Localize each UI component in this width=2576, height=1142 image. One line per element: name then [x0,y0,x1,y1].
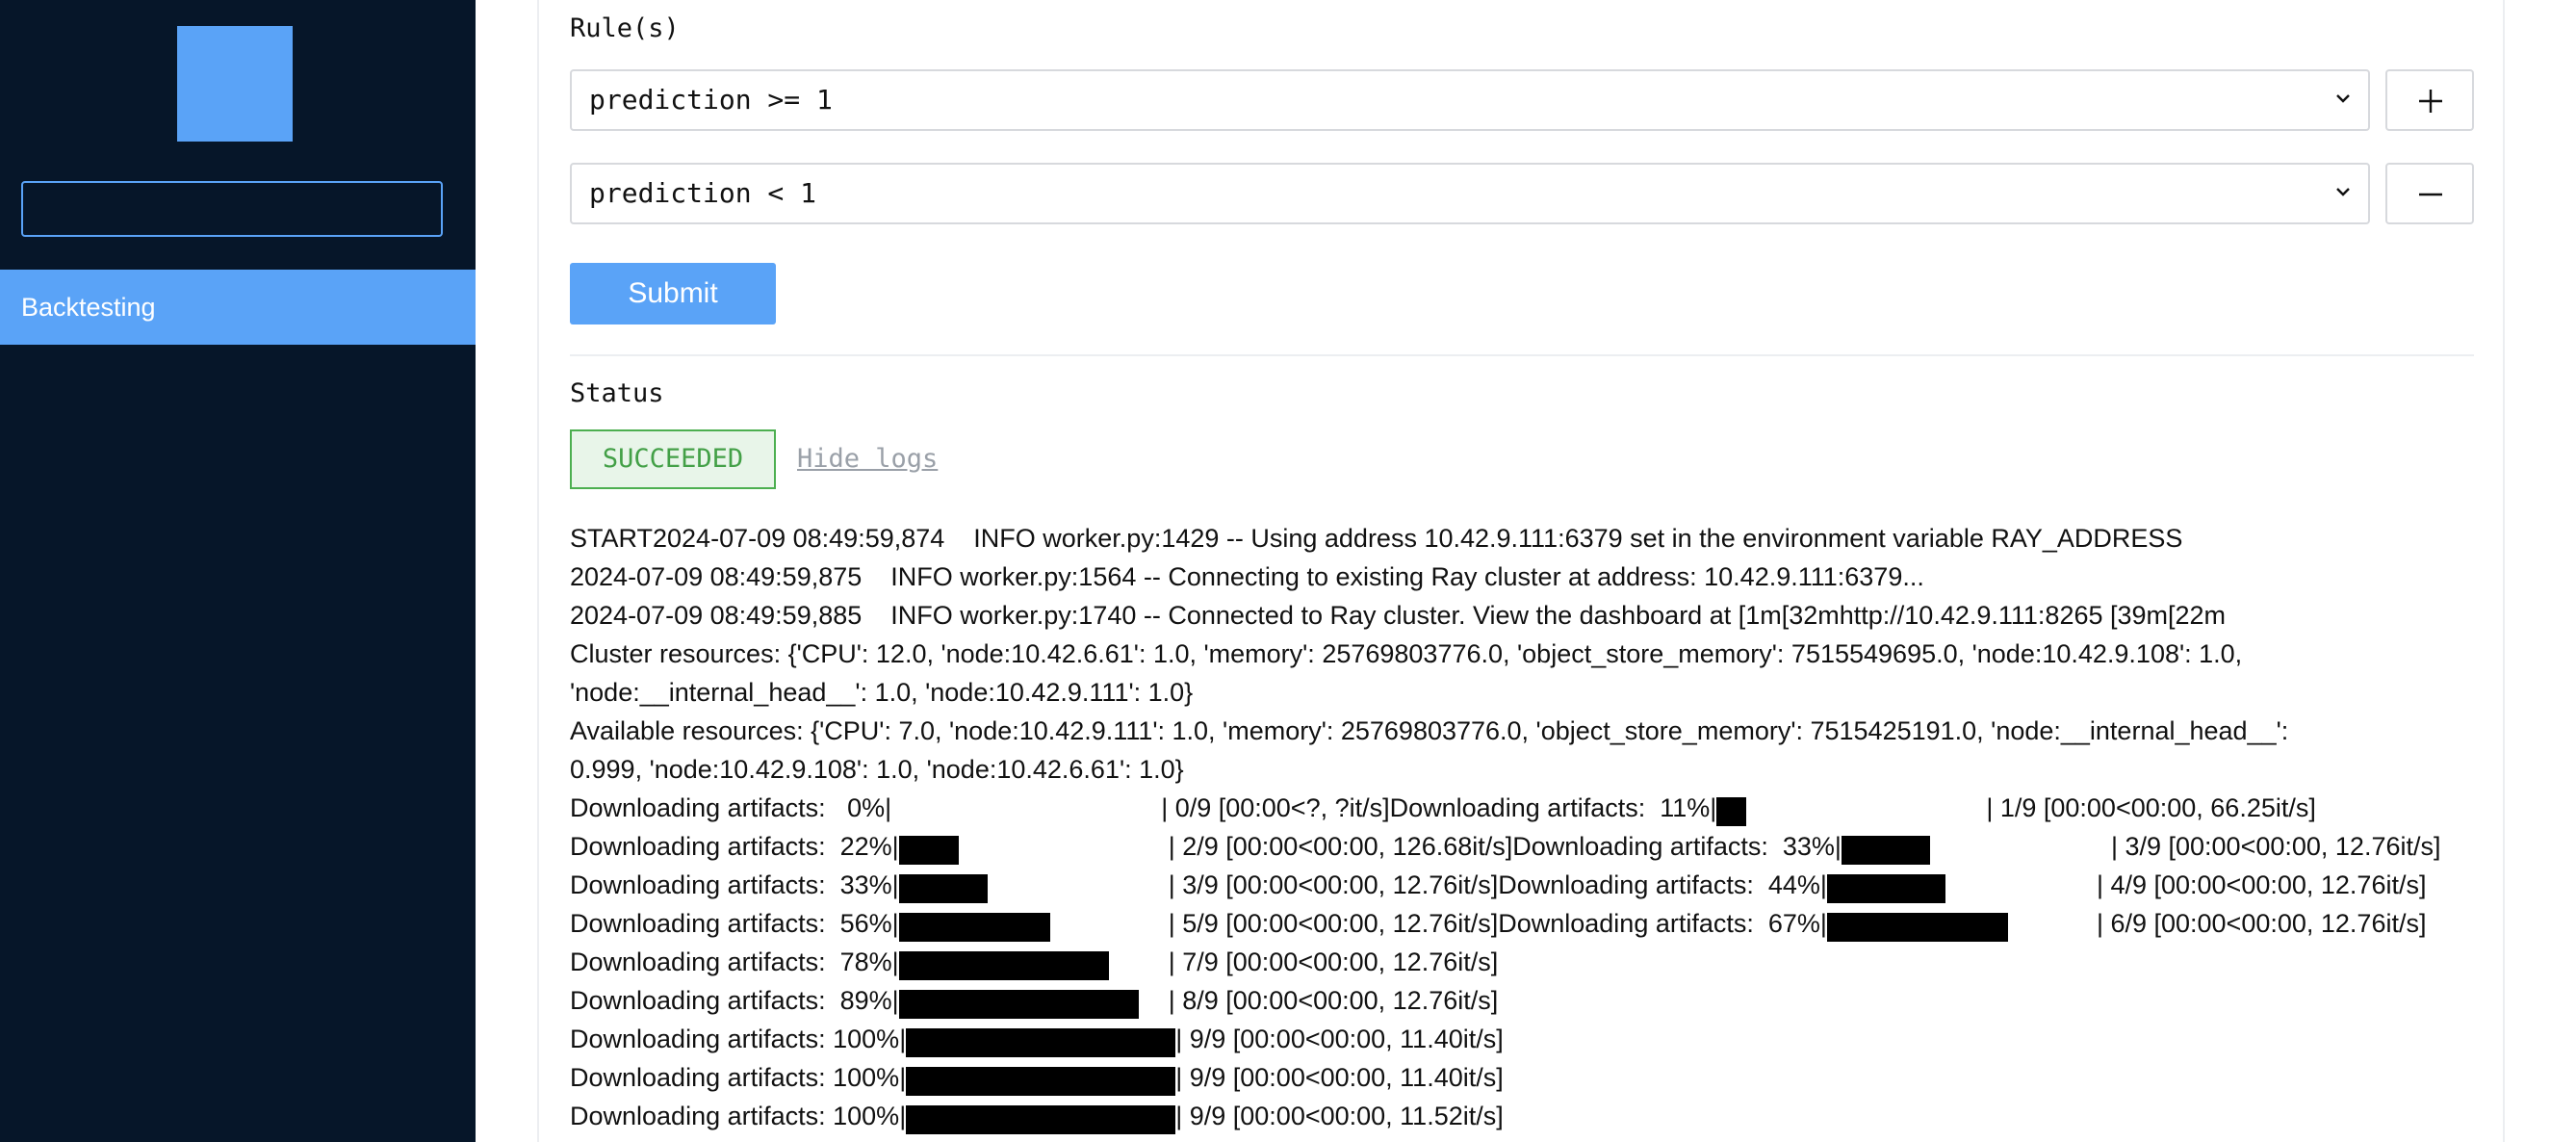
progress-stats: | 4/9 [00:00<00:00, 12.76it/s] [2096,870,2427,899]
progress-stats: | 1/9 [00:00<00:00, 66.25it/s] [1986,793,2316,822]
remove-rule-button[interactable] [2385,163,2474,224]
progress-bar [898,832,1169,865]
progress-line: Downloading artifacts: 78%| | 7/9 [00:00<… [570,943,2474,981]
log-line: 2024-07-09 08:49:59,875 INFO worker.py:1… [570,562,1924,591]
progress-label: Downloading artifacts: 33%| [1512,832,1842,861]
rule-select-1-value: prediction >= 1 [589,84,833,116]
progress-bar-fill [898,913,1050,942]
progress-stats: | 5/9 [00:00<00:00, 12.76it/s] [1168,909,1499,938]
rule-select-1[interactable]: prediction >= 1 [570,69,2370,131]
progress-stats: | 3/9 [00:00<00:00, 12.76it/s] [2110,832,2441,861]
progress-label: Downloading artifacts: 67%| [1498,909,1827,938]
progress-stats: | 9/9 [00:00<00:00, 11.40it/s] [1175,1025,1504,1053]
progress-stats: | 0/9 [00:00<?, ?it/s] [1161,793,1390,822]
progress-label: Downloading artifacts: 78%| [570,947,899,976]
log-line: 2024-07-09 08:49:59,885 INFO worker.py:1… [570,601,2227,630]
progress-bar-fill [1841,836,1930,865]
progress-stats: | 8/9 [00:00<00:00, 12.76it/s] [1168,986,1499,1015]
rule-select-2[interactable]: prediction < 1 [570,163,2370,224]
progress-lines: Downloading artifacts: 0%| | 0/9 [00:00<?… [570,789,2474,1135]
plus-icon [2419,90,2442,113]
progress-bar [898,909,1169,942]
chevron-down-icon [2336,188,2350,196]
progress-bar-fill [898,951,1109,980]
progress-bar [898,947,1169,980]
progress-bar [891,793,1161,822]
sidebar: Backtesting [0,0,476,1142]
progress-stats: | 7/9 [00:00<00:00, 12.76it/s] [1168,947,1499,976]
progress-label: Downloading artifacts: 89%| [570,986,899,1015]
log-output: START2024-07-09 08:49:59,874 INFO worker… [570,519,2474,1135]
progress-line: Downloading artifacts: 0%| | 0/9 [00:00<?… [570,789,2474,827]
log-line: 0.999, 'node:10.42.9.108': 1.0, 'node:10… [570,755,1184,784]
progress-bar-fill [1826,874,1945,903]
progress-bar-fill [906,1067,1176,1096]
progress-label: Downloading artifacts: 22%| [570,832,899,861]
status-badge: SUCCEEDED [570,429,776,489]
progress-line: Downloading artifacts: 100%| | 9/9 [00:00… [570,1097,2474,1135]
divider [570,354,2474,356]
progress-bar [906,1025,1176,1057]
progress-bar [1841,832,2111,865]
log-line: 'node:__internal_head__': 1.0, 'node:10.… [570,678,1194,707]
progress-line: Downloading artifacts: 89%| | 8/9 [00:00<… [570,981,2474,1020]
progress-line: Downloading artifacts: 33%| | 3/9 [00:00<… [570,866,2474,904]
log-line: START2024-07-09 08:49:59,874 INFO worker… [570,524,2183,553]
hide-logs-link[interactable]: Hide logs [797,429,938,489]
submit-button[interactable]: Submit [570,263,776,324]
progress-line: Downloading artifacts: 22%| | 2/9 [00:00<… [570,827,2474,866]
progress-bar [898,870,1169,903]
progress-stats: | 2/9 [00:00<00:00, 126.68it/s] [1168,832,1513,861]
status-label: Status [570,378,664,408]
minus-icon [2419,193,2442,196]
add-rule-button[interactable] [2385,69,2474,131]
progress-label: Downloading artifacts: 44%| [1498,870,1827,899]
logo[interactable] [177,26,293,142]
progress-bar [906,1063,1176,1096]
sidebar-item-backtesting[interactable]: Backtesting [0,270,476,345]
progress-bar [1716,793,1986,826]
rules-label: Rule(s) [570,13,680,43]
progress-bar-fill [1716,797,1747,826]
progress-bar-fill [898,836,959,865]
log-line: Available resources: {'CPU': 7.0, 'node:… [570,716,2289,745]
progress-bar-fill [1826,913,2008,942]
progress-stats: | 9/9 [00:00<00:00, 11.52it/s] [1175,1102,1504,1130]
sidebar-search-input[interactable] [21,181,443,237]
progress-bar-fill [906,1105,1176,1134]
progress-label: Downloading artifacts: 0%| [570,793,892,822]
progress-stats: | 9/9 [00:00<00:00, 11.40it/s] [1175,1063,1504,1092]
progress-label: Downloading artifacts: 11%| [1389,793,1717,822]
progress-bar [906,1102,1176,1134]
progress-line: Downloading artifacts: 100%| | 9/9 [00:00… [570,1020,2474,1058]
chevron-down-icon [2336,94,2350,103]
progress-bar-fill [898,874,988,903]
progress-bar-fill [906,1028,1176,1057]
progress-bar [1826,909,2097,942]
progress-label: Downloading artifacts: 33%| [570,870,899,899]
progress-stats: | 6/9 [00:00<00:00, 12.76it/s] [2096,909,2427,938]
rule-select-2-value: prediction < 1 [589,177,817,209]
progress-bar [898,986,1169,1019]
progress-line: Downloading artifacts: 100%| | 9/9 [00:00… [570,1058,2474,1097]
progress-label: Downloading artifacts: 56%| [570,909,899,938]
progress-bar-fill [898,990,1139,1019]
progress-line: Downloading artifacts: 56%| | 5/9 [00:00<… [570,904,2474,943]
progress-label: Downloading artifacts: 100%| [570,1102,907,1130]
progress-bar [1826,870,2097,903]
progress-label: Downloading artifacts: 100%| [570,1025,907,1053]
log-line: Cluster resources: {'CPU': 12.0, 'node:1… [570,639,2243,668]
progress-stats: | 3/9 [00:00<00:00, 12.76it/s] [1168,870,1499,899]
progress-label: Downloading artifacts: 100%| [570,1063,907,1092]
